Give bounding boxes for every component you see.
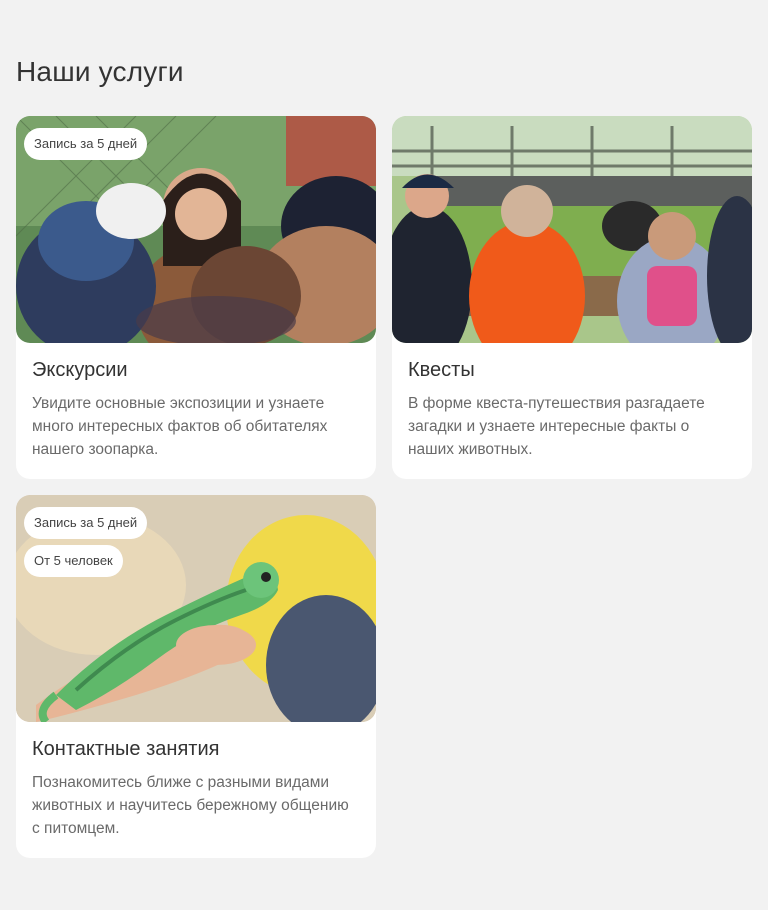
- card-body: Экскурсии Увидите основные экспозиции и …: [16, 343, 376, 479]
- card-description: Увидите основные экспозиции и узнаете мн…: [32, 395, 328, 458]
- card-description: Познакомитесь ближе с разными видами жив…: [32, 774, 349, 837]
- badge-booking: Запись за 5 дней: [24, 507, 148, 539]
- card-title: Квесты: [408, 359, 475, 381]
- badge-booking: Запись за 5 дней: [24, 128, 148, 160]
- service-image-quests: [392, 116, 752, 343]
- section-title: Наши услуги: [16, 56, 184, 87]
- card-body: Квесты В форме квеста-путешествия разгад…: [392, 343, 752, 479]
- card-description: В форме квеста-путешествия разгадаете за…: [408, 395, 705, 458]
- card-title: Контактные занятия: [32, 738, 220, 760]
- card-title: Экскурсии: [32, 359, 128, 381]
- service-card-quests[interactable]: Квесты В форме квеста-путешествия разгад…: [392, 116, 752, 479]
- card-body: Контактные занятия Познакомитесь ближе с…: [16, 722, 376, 858]
- service-image-contact-classes: Запись за 5 дней От 5 человек: [16, 495, 376, 722]
- service-image-excursions: Запись за 5 дней: [16, 116, 376, 343]
- services-grid: Запись за 5 дней Экскурсии Увидите основ…: [16, 116, 752, 858]
- badges: Запись за 5 дней От 5 человек: [24, 507, 148, 577]
- badge-group-size: От 5 человек: [24, 545, 123, 577]
- services-page: Наши услуги Запись за 5 дней Экскурсии У…: [0, 0, 768, 910]
- service-card-contact-classes[interactable]: Запись за 5 дней От 5 человек Контактные…: [16, 495, 376, 858]
- service-card-excursions[interactable]: Запись за 5 дней Экскурсии Увидите основ…: [16, 116, 376, 479]
- badges: Запись за 5 дней: [24, 128, 148, 160]
